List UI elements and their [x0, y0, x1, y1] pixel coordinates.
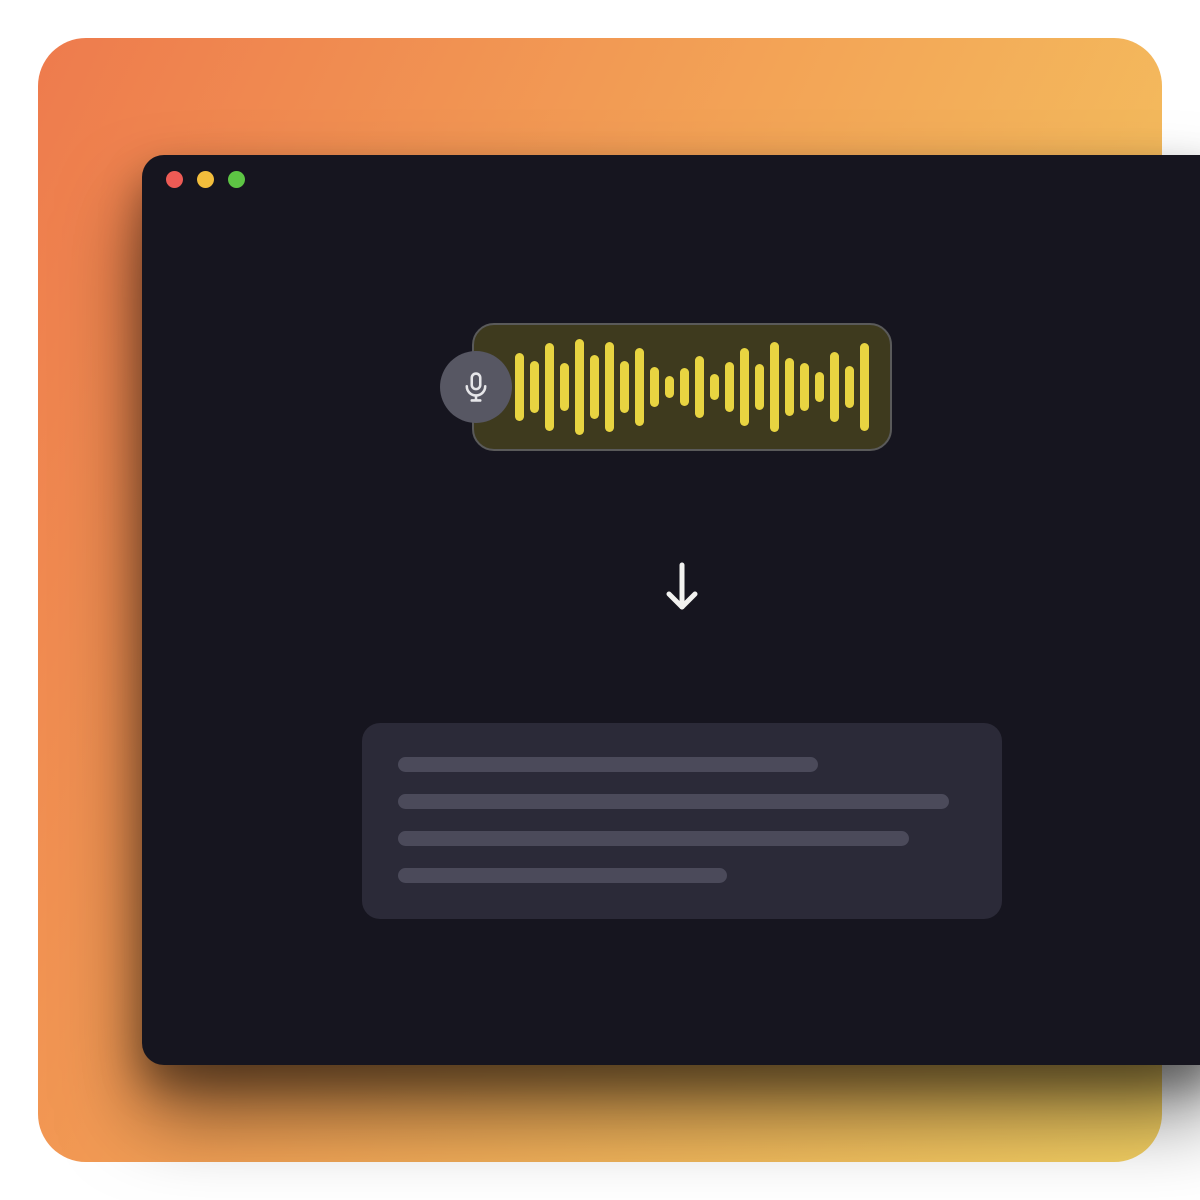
- waveform-icon: [515, 325, 869, 449]
- text-placeholder-line: [398, 868, 727, 883]
- microphone-icon: [459, 370, 493, 404]
- app-window: [142, 155, 1200, 1065]
- arrow-down-icon: [660, 559, 704, 615]
- audio-waveform-pill: [472, 323, 892, 451]
- close-button[interactable]: [166, 171, 183, 188]
- minimize-button[interactable]: [197, 171, 214, 188]
- transcription-output-card: [362, 723, 1002, 919]
- text-placeholder-line: [398, 831, 909, 846]
- audio-input-widget[interactable]: [472, 323, 892, 451]
- titlebar: [142, 155, 1200, 203]
- text-placeholder-line: [398, 794, 949, 809]
- microphone-button[interactable]: [440, 351, 512, 423]
- window-content: [142, 203, 1200, 1065]
- maximize-button[interactable]: [228, 171, 245, 188]
- text-placeholder-line: [398, 757, 818, 772]
